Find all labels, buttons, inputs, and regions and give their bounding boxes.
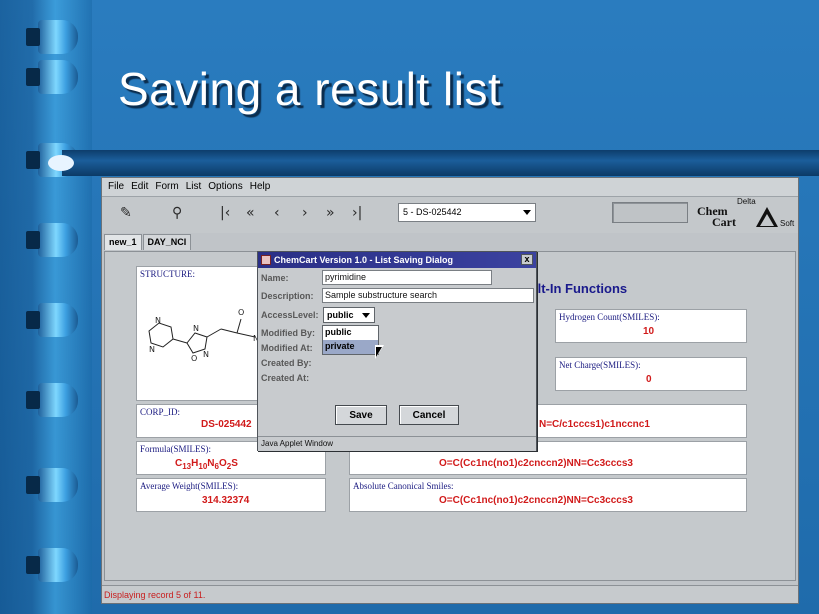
menu-file[interactable]: File [106,178,129,196]
binder-ring [26,548,78,582]
logo-delta: Delta [737,197,756,206]
modified-by-label: Modified By: [261,328,315,338]
tab-day-nci[interactable]: DAY_NCI [142,234,192,250]
functions-title: ilt-In Functions [534,281,628,296]
svg-text:N: N [149,345,155,354]
description-field[interactable]: Sample substructure search [322,288,534,303]
hydrogen-count-label: Hydrogen Count(SMILES): [559,312,660,322]
corp-id-panel: CORP_ID: DS-025442 [136,404,261,438]
record-select-value: 5 - DS-025442 [403,207,462,217]
save-button[interactable]: Save [335,405,387,425]
dialog-footer: Java Applet Window [258,436,536,451]
smiles-value: N=C/c1cccs1)c1nccnc1 [539,419,650,430]
binder-ring [26,223,78,257]
chevron-down-icon [523,210,531,215]
net-charge-value: 0 [646,374,652,385]
average-weight-value: 314.32374 [202,495,250,506]
rewind-icon[interactable]: « [246,205,255,221]
corp-id-value: DS-025442 [201,419,252,430]
binder-ring [26,383,78,417]
title-divider [48,150,819,176]
mouse-pointer-icon [375,345,384,359]
modified-at-label: Modified At: [261,343,313,353]
hydrogen-count-value: 10 [643,326,655,337]
first-record-icon[interactable]: |‹ [220,205,230,221]
svg-text:O: O [238,308,244,317]
record-select[interactable]: 5 - DS-025442 [398,203,536,222]
toolbar: ✎ ⚲ |‹ « ‹ › » ›| 5 - DS-025442 Delta Ch… [102,197,798,233]
binder-ring [26,303,78,337]
created-by-label: Created By: [261,358,312,368]
menu-bar: File Edit Form List Options Help [102,178,798,197]
average-weight-panel: Average Weight(SMILES): 314.32374 [136,478,326,512]
svg-text:N: N [155,316,161,325]
option-public[interactable]: public [323,326,378,340]
svg-text:O: O [191,354,197,363]
status-bar: Displaying record 5 of 11. [102,585,798,603]
list-saving-dialog: ChemCart Version 1.0 - List Saving Dialo… [257,251,537,451]
access-level-label: AccessLevel: [261,310,319,320]
dialog-title: ChemCart Version 1.0 - List Saving Dialo… [274,255,454,265]
structure-label: STRUCTURE: [140,269,196,279]
slide-title: Saving a result list [118,63,502,115]
option-private[interactable]: private [323,340,378,354]
toolbar-field[interactable] [612,202,688,223]
average-weight-label: Average Weight(SMILES): [140,481,239,491]
logo-triangle-inner [760,214,774,226]
java-cup-icon [261,255,271,265]
molecule-structure: N N N O N O N [148,308,259,363]
close-icon[interactable]: x [521,254,533,265]
binder-decoration [0,0,92,614]
previous-icon[interactable]: ‹ [274,205,280,221]
tab-new-1[interactable]: new_1 [104,234,142,250]
last-record-icon[interactable]: ›| [352,205,362,221]
tab-bar: new_1 DAY_NCI [104,234,192,250]
name-field[interactable]: pyrimidine [322,270,492,285]
logo-cart: Cart [712,215,736,229]
svg-text:N: N [193,324,199,333]
access-level-select[interactable]: public [323,307,375,323]
menu-help[interactable]: Help [248,178,276,196]
menu-options[interactable]: Options [206,178,247,196]
binoculars-icon[interactable]: ⚲ [172,205,182,221]
hydrogen-count-panel: Hydrogen Count(SMILES): 10 [555,309,747,343]
canonical-smiles-value: O=C(Cc1nc(no1)c2cnccn2)NN=Cc3cccs3 [439,458,633,469]
logo-soft: Soft [780,219,795,228]
net-charge-label: Net Charge(SMILES): [559,360,641,370]
chevron-down-icon [362,313,370,318]
menu-list[interactable]: List [184,178,207,196]
description-label: Description: [261,291,314,301]
menu-form[interactable]: Form [153,178,183,196]
access-level-options: public private [322,325,379,355]
binder-ring [26,20,78,54]
access-level-value: public [327,310,354,320]
created-at-label: Created At: [261,373,310,383]
abs-canonical-value: O=C(Cc1nc(no1)c2cnccn2)NN=Cc3cccs3 [439,495,633,506]
edit-icon[interactable]: ✎ [120,205,132,221]
formula-value: C13H10N6O2S [175,458,238,471]
cancel-button[interactable]: Cancel [399,405,459,425]
structure-panel: STRUCTURE: N N N O N O N [136,266,261,401]
formula-label: Formula(SMILES): [140,444,211,454]
next-icon[interactable]: › [302,205,308,221]
svg-text:N: N [203,350,209,359]
abs-canonical-label: Absolute Canonical Smiles: [353,481,454,491]
binder-ring [26,468,78,502]
corp-id-label: CORP_ID: [140,407,181,417]
net-charge-panel: Net Charge(SMILES): 0 [555,357,747,391]
dialog-title-bar[interactable]: ChemCart Version 1.0 - List Saving Dialo… [258,252,536,268]
menu-edit[interactable]: Edit [129,178,153,196]
abs-canonical-panel: Absolute Canonical Smiles: O=C(Cc1nc(no1… [349,478,747,512]
binder-ring [26,60,78,94]
name-label: Name: [261,273,289,283]
fast-forward-icon[interactable]: » [326,205,335,221]
chemcart-logo: Delta Chem Cart Soft [694,197,798,233]
